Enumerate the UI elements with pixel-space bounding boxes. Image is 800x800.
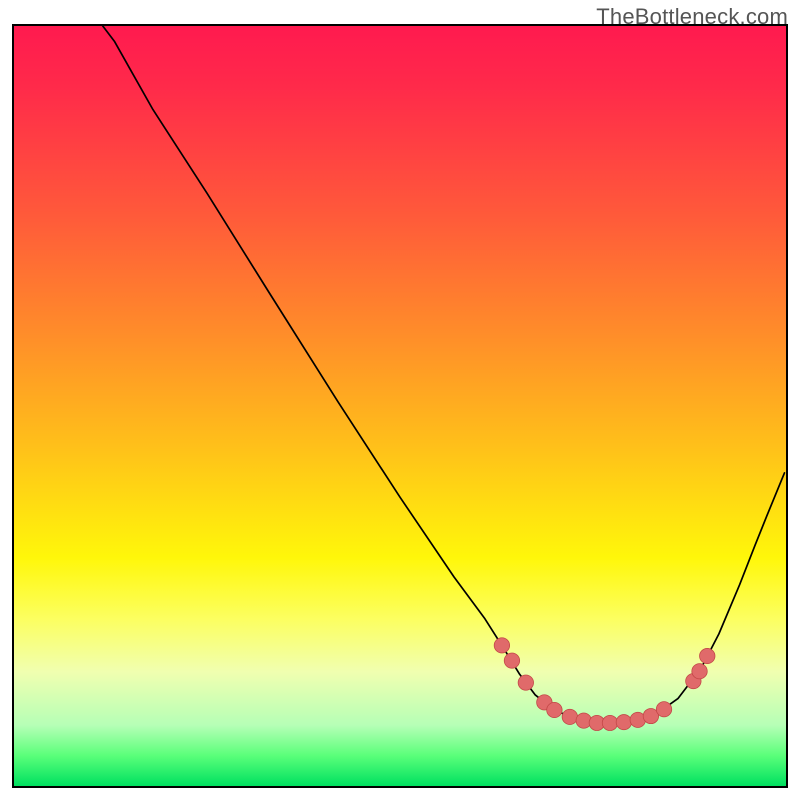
watermark-text: TheBottleneck.com: [596, 4, 788, 30]
chart-marker-dot: [547, 702, 562, 717]
chart-marker-dot: [602, 715, 617, 730]
chart-curve: [103, 26, 785, 723]
chart-marker-dot: [656, 702, 671, 717]
chart-overlay-svg: [14, 26, 786, 786]
chart-marker-dot: [616, 715, 631, 730]
chart-marker-dot: [692, 664, 707, 679]
chart-marker-dot: [562, 709, 577, 724]
chart-stage: TheBottleneck.com: [0, 0, 800, 800]
chart-marker-group: [494, 638, 715, 731]
chart-marker-dot: [518, 675, 533, 690]
chart-marker-dot: [504, 653, 519, 668]
chart-marker-dot: [700, 648, 715, 663]
chart-plot-area: [12, 24, 788, 788]
chart-marker-dot: [494, 638, 509, 653]
